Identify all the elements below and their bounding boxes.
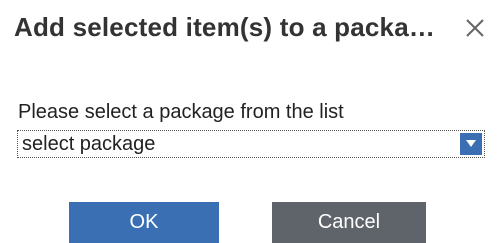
close-button[interactable] bbox=[459, 12, 491, 44]
package-select[interactable]: select package bbox=[17, 130, 485, 158]
package-select-value: select package bbox=[22, 133, 156, 155]
close-icon bbox=[459, 12, 491, 44]
chevron-down-icon bbox=[460, 140, 482, 147]
ok-button[interactable]: OK bbox=[69, 202, 219, 243]
cancel-button[interactable]: Cancel bbox=[272, 202, 426, 243]
dialog-title: Add selected item(s) to a packa… bbox=[14, 12, 436, 42]
package-select-label: Please select a package from the list bbox=[18, 101, 344, 123]
add-to-package-dialog: Add selected item(s) to a packa… Please … bbox=[0, 0, 501, 243]
dropdown-button[interactable] bbox=[460, 133, 482, 155]
